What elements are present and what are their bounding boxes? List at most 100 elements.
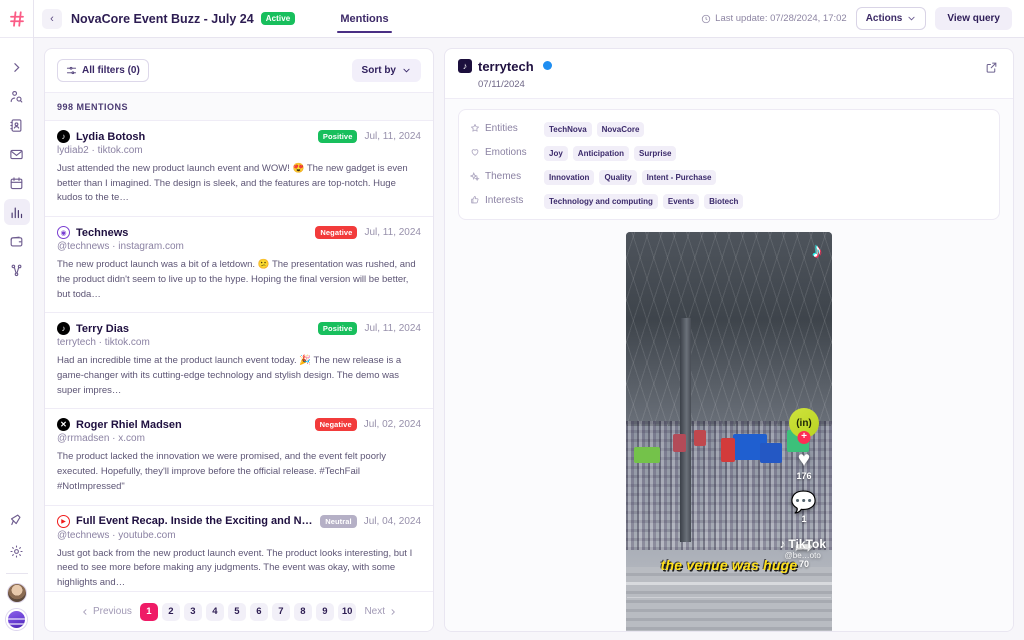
page-button[interactable]: 9	[316, 603, 334, 621]
comment-action[interactable]: 💬 1	[791, 492, 817, 524]
sidebar-item-expand[interactable]	[4, 54, 30, 80]
meta-tags: Joy Anticipation Surprise	[544, 143, 681, 161]
detail-author-block: terrytech 07/11/2024	[478, 58, 552, 90]
sidebar-item-analytics[interactable]	[4, 199, 30, 225]
heart-icon	[470, 147, 480, 157]
last-update: Last update: 07/28/2024, 17:02	[701, 13, 847, 24]
booth-sign-a	[673, 434, 686, 452]
meta-tag[interactable]: NovaCore	[597, 122, 645, 137]
page-button[interactable]: 10	[338, 603, 357, 621]
brand-orb-logo[interactable]	[6, 609, 27, 630]
video-player[interactable]: ♪ (in) + ♥ 176	[626, 232, 832, 631]
sidebar-item-audience[interactable]	[4, 83, 30, 109]
detail-body: EntitiesTechNovaNovaCoreEmotionsJoyAntic…	[445, 99, 1013, 631]
avatar[interactable]	[7, 583, 27, 603]
mention-handle: lydiab2 · tiktok.com	[57, 145, 421, 156]
clock-icon	[701, 14, 711, 24]
mention-card[interactable]: ♪Terry DiasPositiveJul, 11, 2024terrytec…	[45, 313, 433, 409]
meta-tag[interactable]: TechNova	[544, 122, 592, 137]
mention-header: ▶Full Event Recap. Inside the Exciting a…	[57, 515, 421, 528]
mention-author: Full Event Recap. Inside the Exciting an…	[76, 515, 314, 527]
mail-icon	[9, 147, 24, 162]
page-button[interactable]: 5	[228, 603, 246, 621]
sidebar-item-settings[interactable]	[4, 538, 30, 564]
sidebar-item-inbox[interactable]	[4, 141, 30, 167]
mention-meta: Neutral Jul, 04, 2024	[320, 515, 421, 528]
page-button[interactable]: 6	[250, 603, 268, 621]
detail-date: 07/11/2024	[478, 79, 552, 90]
page-button[interactable]: 3	[184, 603, 202, 621]
sound-disc[interactable]: (in) +	[789, 408, 819, 438]
all-filters-button[interactable]: All filters (0)	[57, 59, 149, 82]
mention-text: The new product launch was a bit of a le…	[57, 258, 421, 302]
sidebar-item-calendar[interactable]	[4, 170, 30, 196]
meta-tag[interactable]: Technology and computing	[544, 194, 658, 209]
calendar-icon	[9, 176, 24, 191]
mention-text: Had an incredible time at the product la…	[57, 354, 421, 398]
page-button[interactable]: 4	[206, 603, 224, 621]
mention-card[interactable]: ◉TechnewsNegativeJul, 11, 2024@technews …	[45, 217, 433, 313]
meta-row: Themes Innovation Quality Intent - Purchase	[470, 167, 988, 185]
comment-count: 1	[801, 514, 806, 524]
meta-tag[interactable]: Events	[663, 194, 699, 209]
sentiment-badge: Neutral	[320, 515, 357, 528]
external-link-icon	[985, 61, 998, 74]
meta-tag[interactable]: Joy	[544, 146, 568, 161]
sidebar-item-announcements[interactable]	[4, 506, 30, 532]
mention-header: ✕Roger Rhiel MadsenNegativeJul, 02, 2024	[57, 418, 421, 431]
meta-tag[interactable]: Biotech	[704, 194, 743, 209]
meta-tag[interactable]: Anticipation	[573, 146, 629, 161]
filter-sliders-icon	[66, 65, 77, 76]
meta-label-text: Themes	[485, 171, 521, 182]
rail-divider	[6, 573, 28, 574]
mention-handle: @rrmadsen · x.com	[57, 433, 421, 444]
wallet-icon	[9, 234, 24, 249]
like-count: 176	[796, 471, 811, 481]
next-page-button[interactable]: Next	[360, 606, 401, 617]
meta-tag[interactable]: Innovation	[544, 170, 594, 185]
mention-card[interactable]: ▶Full Event Recap. Inside the Exciting a…	[45, 506, 433, 591]
open-external-button[interactable]	[982, 58, 1000, 76]
app-logo[interactable]	[0, 0, 33, 38]
mention-text: The product lacked the innovation we wer…	[57, 450, 421, 494]
contact-book-icon	[9, 118, 24, 133]
mention-date: Jul, 04, 2024	[364, 516, 421, 527]
mention-author: Terry Dias	[76, 323, 129, 335]
booth-red	[721, 438, 735, 462]
booth-navy	[760, 443, 782, 463]
instagram-icon: ◉	[57, 226, 70, 239]
venue-pillar	[680, 318, 691, 542]
gear-icon	[9, 544, 24, 559]
meta-label-text: Interests	[485, 195, 523, 206]
sidebar-item-network[interactable]	[4, 257, 30, 283]
page-button[interactable]: 8	[294, 603, 312, 621]
tab-mentions[interactable]: Mentions	[337, 0, 391, 37]
follow-plus-icon[interactable]: +	[798, 431, 811, 444]
page-button[interactable]: 7	[272, 603, 290, 621]
left-rail	[0, 0, 34, 640]
view-query-button[interactable]: View query	[935, 7, 1012, 30]
mention-card[interactable]: ♪Lydia BotoshPositiveJul, 11, 2024lydiab…	[45, 121, 433, 217]
mention-card[interactable]: ✕Roger Rhiel MadsenNegativeJul, 02, 2024…	[45, 409, 433, 505]
sidebar-item-wallet[interactable]	[4, 228, 30, 254]
previous-page-label: Previous	[93, 606, 132, 617]
like-action[interactable]: ♥ 176	[796, 449, 811, 481]
meta-tag[interactable]: Surprise	[634, 146, 676, 161]
back-button[interactable]: ‹	[42, 9, 62, 29]
previous-page-button[interactable]: Previous	[77, 606, 136, 617]
mention-meta: NegativeJul, 11, 2024	[315, 226, 421, 239]
actions-button[interactable]: Actions	[856, 7, 927, 30]
mention-date: Jul, 02, 2024	[364, 419, 421, 430]
page-button[interactable]: 2	[162, 603, 180, 621]
meta-tag[interactable]: Intent - Purchase	[642, 170, 717, 185]
rail-bottom	[4, 506, 30, 640]
detail-author-row: terrytech	[478, 58, 552, 76]
sort-by-button[interactable]: Sort by	[352, 59, 421, 82]
sidebar-item-contacts[interactable]	[4, 112, 30, 138]
meta-tag[interactable]: Quality	[599, 170, 636, 185]
meta-row: EntitiesTechNovaNovaCore	[470, 119, 988, 137]
detail-header: ♪ terrytech 07/11/2024	[445, 49, 1013, 99]
meta-card: EntitiesTechNovaNovaCoreEmotionsJoyAntic…	[458, 109, 1000, 220]
page-button[interactable]: 1	[140, 603, 158, 621]
meta-label-text: Emotions	[485, 147, 527, 158]
